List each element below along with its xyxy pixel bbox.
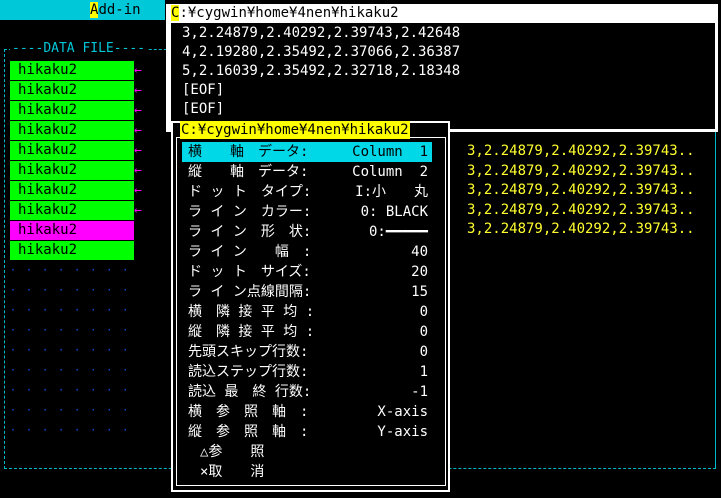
file-list-item[interactable]: hikaku2 (10, 221, 134, 240)
file-list-item[interactable]: hikaku2 (10, 241, 134, 260)
addin-menu[interactable]: Add-in (90, 1, 141, 19)
link-arrow-icon: ← (134, 143, 142, 158)
empty-file-slot[interactable]: · · · · · · · · · · · · · · · · (10, 381, 134, 400)
file-list-item[interactable]: hikaku2 (10, 121, 134, 140)
data-preview-line: 3,2.24879,2.40292,2.39743.. (467, 221, 695, 237)
link-arrow-icon: ← (134, 123, 142, 138)
settings-option-label: 横 軸 データ: (188, 144, 309, 160)
data-preview-line: 3,2.24879,2.40292,2.39743.. (467, 162, 695, 179)
csv-line: [EOF] (182, 82, 225, 98)
file-list-item[interactable]: hikaku2 (10, 61, 134, 80)
settings-option-label: 縦 参 照 軸 : (188, 424, 309, 440)
settings-option-value: Column 2 (352, 164, 428, 180)
empty-file-slot[interactable]: · · · · · · · · · · · · · · · · (10, 401, 134, 420)
cancel-button[interactable]: ×取 消 (200, 462, 264, 482)
settings-option[interactable]: ラ イ ン カラー: 0: BLACK (182, 202, 432, 222)
settings-option[interactable]: 縦 隣 接 平 均 : 0 (182, 322, 432, 342)
settings-option-label: 読込ステップ行数: (188, 364, 309, 380)
settings-option[interactable]: ラ イ ン 幅 : 40 (182, 242, 432, 262)
settings-option-label: 縦 隣 接 平 均 : (188, 324, 315, 340)
settings-option[interactable]: 横 隣 接 平 均 : 0 (182, 302, 432, 322)
settings-option[interactable]: 縦 参 照 軸 : Y-axis (182, 422, 432, 442)
settings-option-value: 15 (411, 284, 428, 300)
settings-option-label: 先頭スキップ行数: (188, 344, 309, 360)
empty-file-slot[interactable]: · · · · · · · · · · · · · · · · (10, 361, 134, 380)
empty-file-slot[interactable]: · · · · · · · · · · · · · · · · (10, 301, 134, 320)
link-arrow-icon: ← (134, 203, 142, 218)
empty-file-slot[interactable]: · · · · · · · · · · · · · · · · (10, 321, 134, 340)
settings-option[interactable]: 横 軸 データ: Column 1 (182, 142, 432, 162)
settings-option[interactable]: 読込ステップ行数: 1 (182, 362, 432, 382)
settings-option-value: -1 (411, 384, 428, 400)
settings-option-value: 0 (419, 344, 428, 360)
file-list-item[interactable]: hikaku2 (10, 161, 134, 180)
settings-option-label: ラ イ ン 形 状: (188, 224, 312, 240)
link-arrow-icon: ← (134, 103, 142, 118)
settings-option-label: ラ イ ン点線間隔: (188, 284, 312, 300)
file-list-item[interactable]: hikaku2 (10, 201, 134, 220)
link-arrow-icon: ← (134, 163, 142, 178)
settings-option-label: ド ッ ト サイズ: (188, 264, 311, 280)
settings-option-label: ド ッ ト タイプ: (188, 184, 312, 200)
settings-option[interactable]: 読込 最 終 行数: -1 (182, 382, 432, 402)
settings-option-value: 20 (411, 264, 428, 280)
link-arrow-icon: ← (134, 63, 142, 78)
data-preview-line: 3,2.24879,2.40292,2.39743.. (467, 182, 695, 198)
path-window-title: C:¥cygwin¥home¥4nen¥hikaku2 (171, 5, 399, 21)
settings-option-value: I:小 丸 (355, 184, 428, 200)
empty-file-slot[interactable]: · · · · · · · · · · · · · · · · (10, 261, 134, 280)
file-list-item[interactable]: hikaku2 (10, 81, 134, 100)
settings-option[interactable]: 縦 軸 データ: Column 2 (182, 162, 432, 182)
settings-option[interactable]: ラ イ ン 形 状: 0:━━━━━ (182, 222, 432, 242)
settings-option-label: ラ イ ン カラー: (188, 204, 312, 220)
settings-option-value: 1 (419, 364, 428, 380)
data-preview-line: 3,2.24879,2.40292,2.39743.. (467, 201, 695, 218)
data-preview-line: 3,2.24879,2.40292,2.39743.. (467, 143, 695, 159)
settings-option[interactable]: ラ イ ン点線間隔: 15 (182, 282, 432, 302)
file-list-item[interactable]: hikaku2 (10, 101, 134, 120)
settings-option[interactable]: 先頭スキップ行数: 0 (182, 342, 432, 362)
link-arrow-icon: ← (134, 83, 142, 98)
reference-button[interactable]: △参 照 (200, 442, 264, 462)
file-list-item[interactable]: hikaku2 (10, 181, 134, 200)
settings-option-value: Column 1 (352, 144, 428, 160)
csv-line: 5,2.16039,2.35492,2.32718,2.18348 (182, 63, 461, 79)
addin-label: dd-in (98, 2, 141, 18)
settings-option-label: 横 隣 接 平 均 : (188, 304, 315, 320)
data-file-title: ----DATA FILE---- (10, 40, 148, 58)
settings-option[interactable]: ド ッ ト タイプ: I:小 丸 (182, 182, 432, 202)
file-list-item[interactable]: hikaku2 (10, 141, 134, 160)
settings-option-value: X-axis (377, 404, 428, 420)
settings-option[interactable]: 横 参 照 軸 : X-axis (182, 402, 432, 422)
csv-line: 4,2.19280,2.35492,2.37066,2.36387 (182, 44, 461, 60)
settings-option-value: 0: BLACK (360, 204, 428, 220)
settings-option-label: ラ イ ン 幅 : (188, 244, 312, 260)
settings-option-value: 0 (419, 324, 428, 340)
settings-option-value: Y-axis (377, 424, 428, 440)
settings-dialog-title: C:¥cygwin¥home¥4nen¥hikaku2 (180, 121, 410, 139)
csv-line: [EOF] (182, 101, 225, 117)
settings-option[interactable]: ド ッ ト サイズ: 20 (182, 262, 432, 282)
settings-option-label: 横 参 照 軸 : (188, 404, 309, 420)
settings-option-value: 0:━━━━━ (368, 224, 428, 240)
empty-file-slot[interactable]: · · · · · · · · · · · · · · · · (10, 281, 134, 300)
settings-option-label: 読込 最 終 行数: (188, 384, 312, 400)
settings-option-label: 縦 軸 データ: (188, 164, 309, 180)
empty-file-slot[interactable]: · · · · · · · · · · · · · · · · (10, 341, 134, 360)
empty-file-slot[interactable]: · · · · · · · · · · · · · · · · (10, 421, 134, 440)
settings-option-value: 40 (411, 244, 428, 260)
link-arrow-icon: ← (134, 183, 142, 198)
settings-option-value: 0 (419, 304, 428, 320)
csv-line: 3,2.24879,2.40292,2.39743,2.42648 (182, 25, 461, 41)
